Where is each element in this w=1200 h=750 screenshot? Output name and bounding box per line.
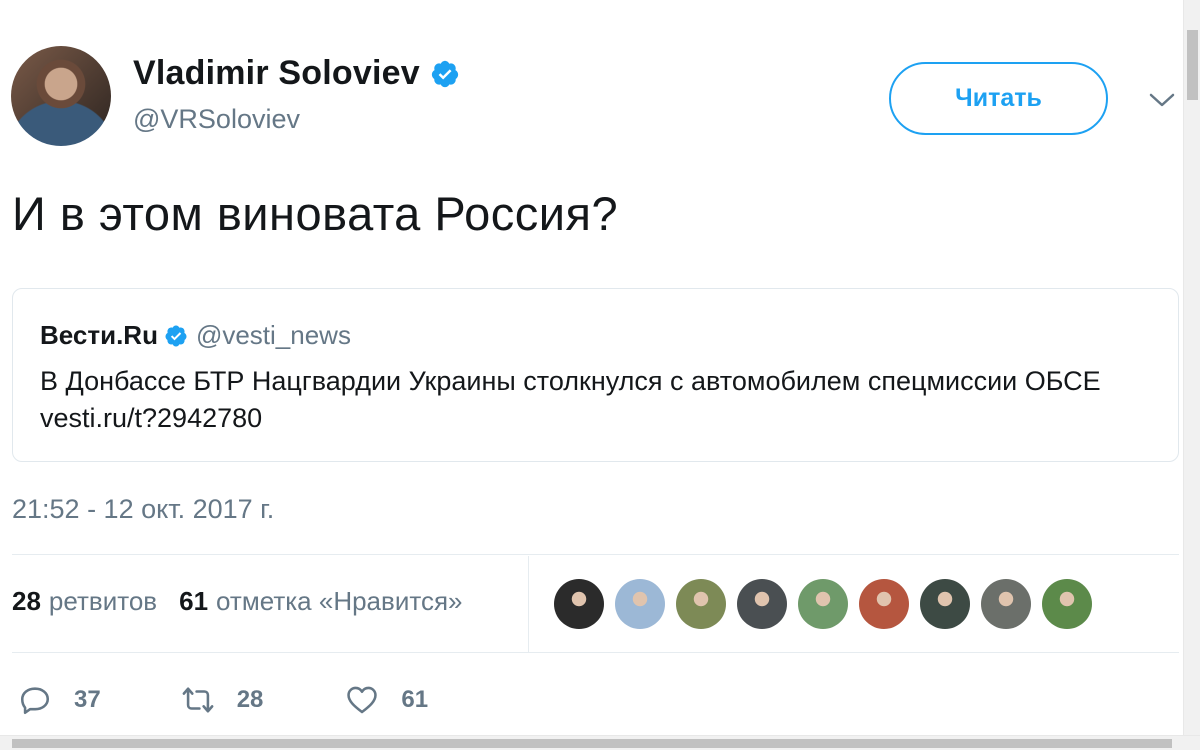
reply-action[interactable]: 37 [18,683,101,717]
liker-avatar[interactable] [981,579,1031,629]
follow-button[interactable]: Читать [889,62,1108,135]
liker-avatars [554,579,1092,629]
retweets-count[interactable]: 28 [12,586,41,617]
likes-label[interactable]: отметка «Нравится» [216,586,462,617]
liker-avatar[interactable] [1042,579,1092,629]
heart-icon[interactable] [345,683,379,717]
quoted-tweet[interactable]: Вести.Ru @vesti_news В Донбассе БТР Нацг… [12,288,1179,462]
retweet-count: 28 [236,686,264,713]
author-name-text[interactable]: Vladimir Soloviev [133,54,420,93]
like-count: 61 [401,686,429,713]
tweet-text: И в этом виновата Россия? [12,187,619,240]
stats-separator [528,556,529,652]
reply-count: 37 [74,686,101,713]
divider [12,652,1179,653]
quoted-tweet-text: В Донбассе БТР Нацгвардии Украины столкн… [40,366,1101,433]
retweet-icon[interactable] [181,683,215,717]
retweets-label[interactable]: ретвитов [49,586,157,617]
quoted-author-handle: @vesti_news [195,320,351,350]
author-name[interactable]: Vladimir Soloviev [133,54,460,93]
tweet-stats: 28 ретвитов 61 отметка «Нравится» [12,586,463,617]
liker-avatar[interactable] [676,579,726,629]
horizontal-scrollbar-thumb[interactable] [12,739,1172,748]
author-avatar[interactable] [11,46,111,146]
divider [12,554,1179,555]
chevron-down-icon[interactable] [1148,90,1176,110]
liker-avatar[interactable] [798,579,848,629]
author-handle[interactable]: @VRSoloviev [133,104,300,135]
liker-avatar[interactable] [615,579,665,629]
verified-badge-icon [431,60,458,87]
verified-badge-icon [165,325,187,346]
vertical-scrollbar-thumb[interactable] [1187,30,1198,100]
liker-avatar[interactable] [737,579,787,629]
reply-icon[interactable] [18,683,52,717]
tweet-actions: 37 28 61 [18,683,428,717]
tweet-timestamp[interactable]: 21:52 - 12 окт. 2017 г. [12,494,274,525]
like-action[interactable]: 61 [345,683,428,717]
quoted-author-name: Вести.Ru [40,320,158,350]
liker-avatar[interactable] [554,579,604,629]
likes-count[interactable]: 61 [179,586,208,617]
vertical-scrollbar[interactable] [1183,0,1200,735]
liker-avatar[interactable] [920,579,970,629]
quoted-tweet-header: Вести.Ru @vesti_news [40,320,351,351]
horizontal-scrollbar[interactable] [0,735,1200,750]
retweet-action[interactable]: 28 [181,683,264,717]
liker-avatar[interactable] [859,579,909,629]
